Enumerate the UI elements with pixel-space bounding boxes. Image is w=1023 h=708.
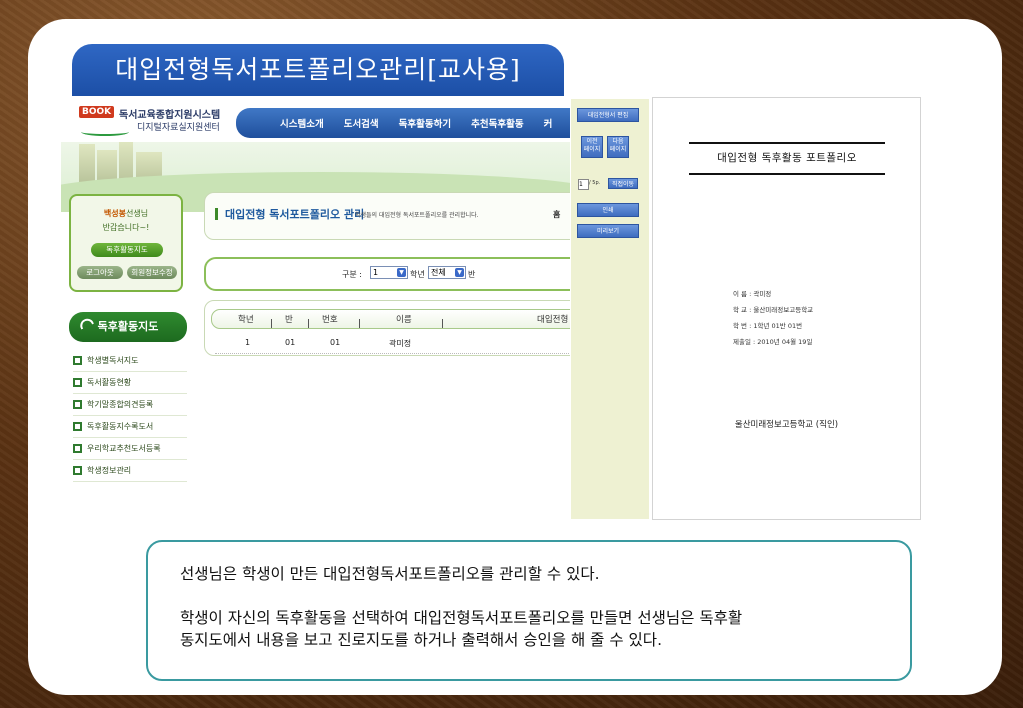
student-table: 학년 반 번호 이름 대입전형 1 01 01 곽미정: [204, 300, 570, 356]
side-menu-heading: 독후활동지도: [69, 312, 187, 342]
table-header: 학년 반 번호 이름 대입전형: [211, 309, 570, 329]
preview-button[interactable]: 미리보기: [577, 224, 639, 238]
side-menu-item-label: 독후활동지수록도서: [87, 422, 154, 431]
cell-number: 01: [330, 338, 341, 347]
prev-label-2: 페이지: [583, 146, 601, 153]
side-menu-item-student-guidance[interactable]: 학생별독서지도: [73, 350, 187, 372]
column-divider: [308, 319, 309, 328]
next-label-2: 페이지: [609, 146, 627, 153]
side-menu-item-school-recommend[interactable]: 우리학교추천도서등록: [73, 438, 187, 460]
side-menu-item-reading-status[interactable]: 독서활동현황: [73, 372, 187, 394]
bullet-icon: [73, 466, 82, 475]
filter-bar: 구분 : 1 ▼ 학년 전체 ▼ 반: [204, 257, 570, 291]
school-line: 학 교 : 울산미래정보고등학교: [733, 306, 814, 314]
logout-button[interactable]: 로그아웃: [77, 266, 123, 279]
prev-label-1: 이전: [586, 138, 598, 145]
site-logo[interactable]: BOOK 독서교육종합지원시스템 디지털자료실지원센터: [79, 106, 220, 136]
top-navigation: 시스템소개 도서검색 독후활동하기 추천독후활동 커: [236, 108, 570, 138]
submission-date-line: 제출일 : 2010년 04월 19일: [733, 338, 813, 346]
school-seal-line: 울산미래정보고등학교 (직인): [734, 420, 839, 430]
teacher-title: 선생님: [126, 209, 149, 218]
side-menu-item-label: 우리학교추천도서등록: [87, 444, 161, 453]
edit-portfolio-button[interactable]: 대입전형서 편집: [577, 108, 639, 122]
page-description: 학생들의 대입전형 독서포트폴리오를 관리합니다.: [355, 212, 479, 219]
bullet-icon: [73, 400, 82, 409]
nav-item-reading-activity[interactable]: 독후활동하기: [399, 116, 451, 130]
logo-swoosh-icon: [81, 128, 129, 136]
explanation-line-3: 동지도에서 내용을 보고 진로지도를 하거나 출력해서 승인을 해 줄 수 있다…: [180, 631, 662, 649]
explanation-line-1: 선생님은 학생이 만든 대입전형독서포트폴리오를 관리할 수 있다.: [180, 565, 600, 583]
column-divider: [442, 319, 443, 328]
nav-item-more[interactable]: 커: [544, 116, 553, 130]
nav-item-system-intro[interactable]: 시스템소개: [280, 116, 324, 130]
side-menu-item-label: 학기말종합의견등록: [87, 400, 154, 409]
grade-select-value: 1: [373, 268, 379, 277]
page-header: 대입전형 독서포트폴리오 관리 학생들의 대입전형 독서포트폴리오를 관리합니다…: [204, 192, 570, 240]
preview-toolbar: 대입전형서 편집 이전 페이지 다음 페이지 1 / 5p. 직접이동 인쇄 미…: [571, 99, 649, 519]
nav-item-recommended-activity[interactable]: 추천독후활동: [471, 116, 523, 130]
teacher-name: 백성봉: [103, 209, 126, 218]
column-header-name: 이름: [396, 315, 412, 325]
page-total: / 5p.: [589, 180, 601, 186]
filter-label: 구분 :: [342, 270, 362, 279]
column-header-grade: 학년: [238, 315, 254, 325]
home-link[interactable]: 홈: [553, 209, 560, 220]
class-suffix: 반: [468, 270, 476, 279]
class-select-value: 전체: [431, 268, 446, 277]
greeting-text: 반갑습니다~!: [102, 223, 150, 232]
chevron-down-icon: ▼: [397, 268, 406, 277]
next-label-1: 다음: [612, 138, 624, 145]
side-menu-heading-label: 독후활동지도: [97, 320, 159, 333]
prev-page-button[interactable]: 이전 페이지: [581, 136, 603, 158]
portfolio-preview-page: 대입전형 독후활동 포트폴리오 이 름 : 곽미정 학 교 : 울산미래정보고등…: [652, 97, 921, 520]
cell-grade: 1: [245, 338, 251, 347]
goto-page-button[interactable]: 직접이동: [608, 178, 638, 189]
page-title: 대입전형 독서포트폴리오 관리: [225, 208, 365, 221]
logo-title: 독서교육종합지원시스템: [119, 110, 221, 121]
column-header-admission: 대입전형: [537, 315, 569, 325]
leaf-icon: [77, 316, 95, 330]
side-menu-item-label: 학생정보관리: [87, 466, 132, 475]
next-page-button[interactable]: 다음 페이지: [607, 136, 629, 158]
cell-name[interactable]: 곽미정: [389, 338, 411, 349]
bullet-icon: [73, 356, 82, 365]
cell-class: 01: [285, 338, 296, 347]
bullet-icon: [73, 378, 82, 387]
grade-select[interactable]: 1 ▼: [370, 266, 408, 279]
student-name-line: 이 름 : 곽미정: [733, 290, 772, 298]
bullet-icon: [73, 422, 82, 431]
reading-guidance-button[interactable]: 독후활동지도: [91, 243, 163, 257]
portfolio-title: 대입전형 독후활동 포트폴리오: [689, 142, 885, 175]
header-accent-bar: [215, 208, 218, 220]
teacher-name-line: 백성봉선생님: [71, 208, 181, 219]
website-screenshot: BOOK 독서교육종합지원시스템 디지털자료실지원센터 시스템소개 도서검색 독…: [61, 96, 570, 490]
book-badge: BOOK: [79, 106, 115, 118]
bullet-icon: [73, 444, 82, 453]
student-number-line: 학 번 : 1학년 01반 01번: [733, 322, 803, 330]
side-menu-item-term-opinion[interactable]: 학기말종합의견등록: [73, 394, 187, 416]
side-menu-item-label: 독서활동현황: [87, 378, 132, 387]
class-select[interactable]: 전체 ▼: [428, 266, 466, 279]
building-illustration: [79, 144, 95, 184]
grade-suffix: 학년: [410, 270, 425, 279]
column-header-class: 반: [285, 315, 293, 325]
side-menu-item-activity-books[interactable]: 독후활동지수록도서: [73, 416, 187, 438]
column-divider: [359, 319, 360, 328]
column-divider: [271, 319, 272, 328]
nav-item-book-search[interactable]: 도서검색: [344, 116, 379, 130]
row-divider: [215, 353, 570, 354]
side-menu-item-student-info[interactable]: 학생정보관리: [73, 460, 187, 482]
column-header-number: 번호: [322, 315, 338, 325]
logo-subtitle: 디지털자료실지원센터: [137, 123, 220, 133]
page-number-input[interactable]: 1: [578, 179, 589, 190]
slide-title: 대입전형독서포트폴리오관리[교사용]: [72, 44, 564, 96]
chevron-down-icon: ▼: [455, 268, 464, 277]
hero-banner: [61, 142, 570, 212]
side-menu-item-label: 학생별독서지도: [87, 356, 139, 365]
explanation-box: 선생님은 학생이 만든 대입전형독서포트폴리오를 관리할 수 있다. 학생이 자…: [146, 540, 912, 681]
welcome-box: 백성봉선생님 반갑습니다~! 독후활동지도 로그아웃 회원정보수정: [69, 194, 183, 292]
print-button[interactable]: 인쇄: [577, 203, 639, 217]
explanation-line-2: 학생이 자신의 독후활동을 선택하여 대입전형독서포트폴리오를 만들면 선생님은…: [180, 609, 743, 627]
edit-profile-button[interactable]: 회원정보수정: [127, 266, 177, 279]
